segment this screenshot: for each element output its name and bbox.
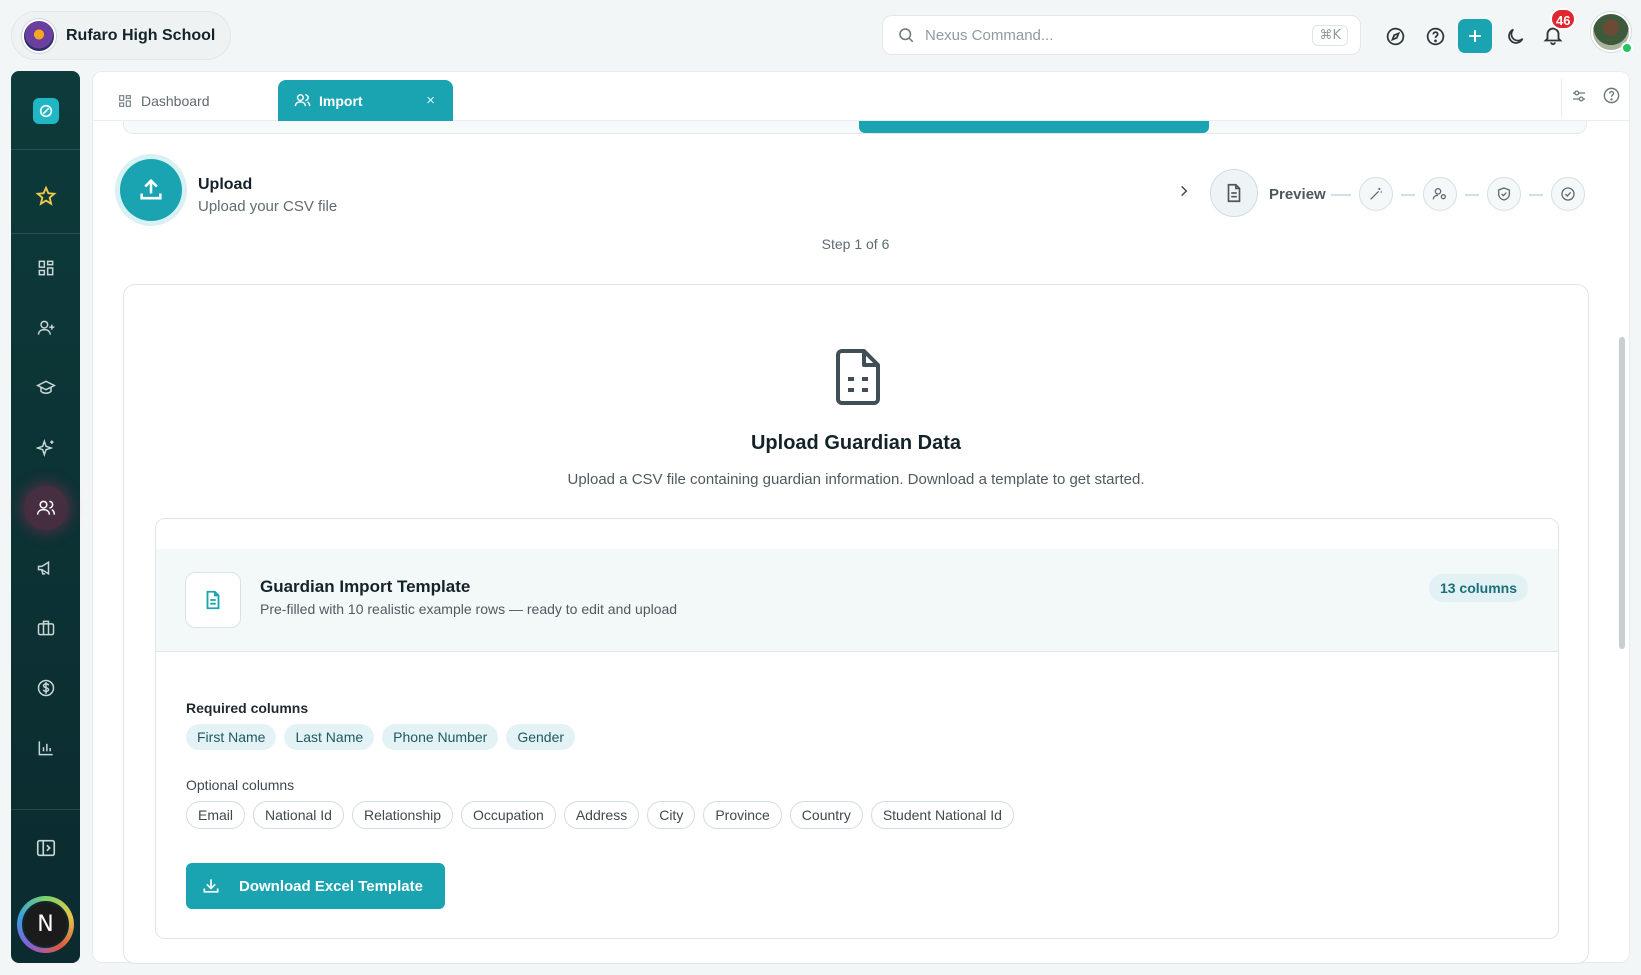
megaphone-icon[interactable]: [29, 551, 63, 585]
download-icon: [201, 876, 221, 896]
step-validate[interactable]: [1487, 177, 1521, 211]
optional-column-chip: Occupation: [461, 801, 556, 829]
step-match[interactable]: [1423, 177, 1457, 211]
user-initial: N: [22, 901, 69, 948]
sidebar: N: [11, 71, 80, 963]
optional-columns-list: Email National Id Relationship Occupatio…: [186, 801, 1014, 829]
required-column-chip: First Name: [186, 724, 277, 750]
add-button[interactable]: [1458, 19, 1492, 53]
optional-columns-label: Optional columns: [186, 777, 295, 793]
user-search-icon: [1432, 188, 1446, 200]
school-logo: [22, 18, 56, 53]
compass-icon[interactable]: [1378, 19, 1412, 53]
settings-sliders-icon[interactable]: [1570, 87, 1588, 110]
help-icon[interactable]: [1602, 86, 1621, 110]
collapse-sidebar-icon[interactable]: [29, 831, 63, 865]
graduation-cap-icon[interactable]: [29, 371, 63, 405]
add-user-icon[interactable]: [29, 311, 63, 345]
spreadsheet-file-icon: [836, 349, 880, 405]
preview-step-label: Preview: [1269, 186, 1326, 203]
optional-column-chip: Student National Id: [870, 801, 1014, 829]
check-circle-icon: [1561, 187, 1575, 201]
optional-column-chip: City: [647, 801, 696, 829]
chart-icon[interactable]: [29, 731, 63, 765]
people-icon: [294, 92, 311, 109]
upload-icon: [140, 178, 162, 200]
dashboard-icon[interactable]: [29, 251, 63, 285]
chevron-right-icon: [1181, 185, 1188, 197]
people-icon[interactable]: [24, 486, 68, 530]
scrollbar[interactable]: [1619, 337, 1625, 649]
required-column-chip: Phone Number: [382, 724, 499, 750]
upload-description: Upload a CSV file containing guardian in…: [567, 471, 1145, 488]
required-column-chip: Last Name: [284, 724, 375, 750]
tab-bar: Dashboard Import ×: [93, 72, 1629, 121]
command-search[interactable]: ⌘K: [882, 15, 1361, 55]
download-template-button[interactable]: Download Excel Template: [186, 863, 445, 909]
required-columns-label: Required columns: [186, 700, 309, 716]
school-switcher[interactable]: Rufaro High School: [11, 11, 231, 60]
optional-column-chip: Province: [703, 801, 782, 829]
online-status-dot: [1621, 42, 1633, 54]
tab-label: Import: [319, 92, 363, 109]
download-button-label: Download Excel Template: [239, 877, 423, 895]
step-complete[interactable]: [1551, 177, 1585, 211]
upload-card: Upload Guardian Data Upload a CSV file c…: [123, 284, 1589, 964]
plus-icon: [1469, 30, 1481, 42]
briefcase-icon[interactable]: [29, 611, 63, 645]
search-input[interactable]: [925, 26, 1313, 44]
sparkles-icon[interactable]: [29, 431, 63, 465]
dollar-icon[interactable]: [29, 671, 63, 705]
required-column-chip: Gender: [506, 724, 576, 750]
magic-wand-icon: [1370, 188, 1382, 200]
tab-import[interactable]: Import ×: [278, 80, 453, 121]
star-icon[interactable]: [29, 179, 63, 213]
app-logo-icon[interactable]: [33, 98, 59, 124]
search-icon: [899, 28, 914, 43]
optional-column-chip: Country: [789, 801, 863, 829]
upload-title: Upload Guardian Data: [750, 432, 962, 454]
notification-badge: 46: [1550, 8, 1577, 30]
user-menu[interactable]: N: [17, 896, 74, 953]
optional-column-chip: Relationship: [351, 801, 454, 829]
columns-count-badge: 13 columns: [1428, 574, 1528, 602]
optional-column-chip: National Id: [253, 801, 344, 829]
step-subtitle: Upload your CSV file: [198, 198, 338, 215]
step-title: Upload: [198, 176, 253, 193]
step-transform[interactable]: [1359, 177, 1393, 211]
tab-label: Dashboard: [141, 92, 210, 109]
dashboard-icon: [117, 93, 133, 109]
document-icon: [1227, 183, 1241, 203]
tab-dashboard[interactable]: Dashboard: [117, 80, 210, 121]
template-title: Guardian Import Template: [260, 577, 471, 596]
help-icon[interactable]: [1418, 19, 1452, 53]
preview-step[interactable]: [1210, 169, 1258, 217]
optional-column-chip: Email: [186, 801, 246, 829]
template-header: Guardian Import Template Pre-filled with…: [156, 549, 1558, 652]
school-name: Rufaro High School: [66, 26, 216, 44]
shield-check-icon: [1498, 187, 1510, 201]
moon-icon[interactable]: [1498, 19, 1532, 53]
optional-column-chip: Address: [563, 801, 640, 829]
required-columns-list: First Name Last Name Phone Number Gender: [186, 724, 576, 750]
step-count: Step 1 of 6: [821, 236, 890, 252]
file-text-icon: [185, 572, 241, 628]
template-subtitle: Pre-filled with 10 realistic example row…: [260, 601, 678, 617]
template-card: Guardian Import Template Pre-filled with…: [155, 518, 1559, 939]
upload-step-circle: [120, 159, 182, 221]
search-shortcut: ⌘K: [1312, 24, 1348, 46]
close-tab-icon[interactable]: ×: [426, 92, 435, 109]
